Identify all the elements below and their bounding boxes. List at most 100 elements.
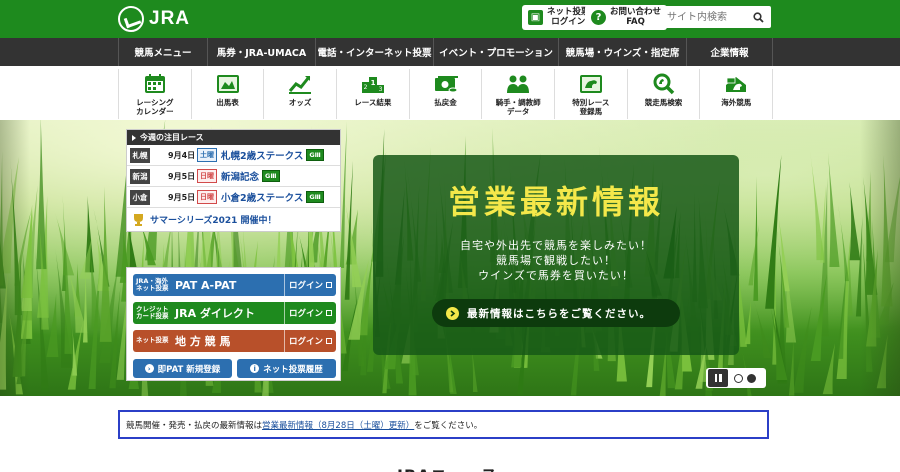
page: JRA ▣ ネット投票 ログイン ? お問い合わせ FAQ 競馬メニュー 馬券・… [0,0,900,472]
jra-direct-login-row[interactable]: クレジット カード投票 JRA ダイレクト ログイン [133,302,336,324]
question-icon: ? [591,10,606,25]
menu-label: オッズ [288,98,312,107]
grade-badge: GⅢ [262,170,280,182]
pat-row-caption: ネット投票 [136,336,169,345]
odds-chart-icon [287,73,313,95]
local-racing-login-row[interactable]: ネット投票 地 方 競 馬 ログイン [133,330,336,352]
entries-icon [215,73,241,95]
summer-series-link[interactable]: サマーシリーズ2021 開催中！ [127,208,340,230]
race-day: 日曜 [197,169,217,183]
menu-odds[interactable]: オッズ [264,69,338,119]
latest-info-link[interactable]: 営業最新情報（8月28日（土曜）更新） [262,419,414,431]
featured-races-heading: 今週の注目レース [127,130,340,145]
featured-races-title: 今週の注目レース [140,133,204,142]
faq-button[interactable]: ? お問い合わせ FAQ [585,5,668,30]
faq-label: お問い合わせ FAQ [610,7,662,27]
promo-latest-info-button[interactable]: 最新情報はこちらをご覧ください。 [432,299,680,327]
icon-menu: レーシング カレンダー 出馬表 オッズ 123 レース結果 払戻金 騎手・調教師… [0,66,900,120]
race-row[interactable]: 新潟 9月5日 日曜 新潟記念 GⅢ [127,166,340,187]
triangle-icon [132,134,136,141]
promo-button-label: 最新情報はこちらをご覧ください。 [467,307,651,320]
svg-text:2: 2 [363,84,367,91]
registered-horse-icon [578,73,604,95]
race-day: 日曜 [197,190,217,204]
search-input[interactable] [661,7,749,27]
race-name-link[interactable]: 小倉2歳ステークス [221,190,303,204]
menu-label: 騎手・調教師 データ [495,98,541,116]
local-racing-login-button[interactable]: ログイン [284,330,336,352]
slide-dot-active[interactable] [747,373,756,383]
gnav-item-corporate[interactable]: 企業情報 [687,38,773,66]
race-venue: 小倉 [130,189,150,205]
logo-text: JRA [149,8,191,29]
race-name-link[interactable]: 新潟記念 [221,169,259,183]
summer-series-label: サマーシリーズ2021 開催中！ [150,215,277,226]
menu-racing-calendar[interactable]: レーシング カレンダー [118,69,192,119]
menu-label: 払戻金 [434,98,457,107]
jra-direct-login-button[interactable]: ログイン [284,302,336,324]
race-name-link[interactable]: 札幌2歳ステークス [221,148,303,162]
jra-logo[interactable]: JRA [118,6,190,32]
menu-jockey-trainer[interactable]: 騎手・調教師 データ [482,69,556,119]
menu-label: 出馬表 [216,98,239,107]
trophy-icon [134,213,143,226]
circle-arrow-icon: › [144,364,154,373]
pat-login-row[interactable]: JRA・海外 ネット投票 PAT A-PAT ログイン [133,274,336,296]
slide-dot[interactable] [734,373,743,383]
pat-row-caption: クレジット カード投票 [136,304,169,320]
podium-icon: 12 3 [360,73,386,95]
local-racing-logo: 地 方 競 馬 [175,335,231,348]
payout-icon [433,73,459,95]
race-row[interactable]: 札幌 9月4日 土曜 札幌2歳ステークス GⅢ [127,145,340,166]
calendar-icon [142,73,168,95]
menu-overseas-racing[interactable]: 海外競馬 [700,69,774,119]
menu-special-race-registered[interactable]: 特別レース 登録馬 [555,69,628,119]
promo-line: 競馬場で観戦したい！ [496,254,616,267]
pause-button[interactable] [708,369,728,387]
search-icon[interactable] [749,7,767,27]
promo-banner[interactable]: 営業最新情報 自宅や外出先で競馬を楽しみたい！ 競馬場で観戦したい！ ウインズで… [373,155,739,355]
race-row[interactable]: 小倉 9月5日 日曜 小倉2歳ステークス GⅢ [127,187,340,208]
grade-badge: GⅢ [306,149,324,161]
menu-payout[interactable]: 払戻金 [410,69,483,119]
race-date: 9月5日 [168,171,196,181]
hero-slider: 今週の注目レース 札幌 9月4日 土曜 札幌2歳ステークス GⅢ 新潟 9月5日… [0,120,900,396]
info-icon: i [250,364,260,373]
net-vote-login-label: ネット投票 ログイン [547,7,590,27]
menu-entries[interactable]: 出馬表 [192,69,265,119]
news-section-title: JRAニュース [397,462,498,472]
jra-logo-mark-icon [118,6,144,32]
gnav-item-event[interactable]: イベント・プロモーション [434,38,559,66]
promo-title: 営業最新情報 [447,183,664,221]
svg-text:3: 3 [378,86,382,93]
gnav-item-baken[interactable]: 馬券・JRA-UMACA [208,38,316,66]
new-register-button[interactable]: › 即PAT 新規登録 [133,359,232,378]
promo-line: 自宅や外出先で競馬を楽しみたい！ [460,239,652,252]
site-header: JRA ▣ ネット投票 ログイン ? お問い合わせ FAQ [0,0,900,38]
menu-horse-search[interactable]: 競走馬検索 [628,69,701,119]
jra-direct-logo: JRA ダイレクト [175,307,255,320]
gnav-item-vote[interactable]: 電話・インターネット投票 [316,38,434,66]
race-date: 9月5日 [168,192,196,202]
menu-label: 海外競馬 [721,98,752,107]
gnav-item-keiba-menu[interactable]: 競馬メニュー [118,38,208,66]
race-day: 土曜 [197,148,217,162]
promo-text: 自宅や外出先で競馬を楽しみたい！ 競馬場で観戦したい！ ウインズで馬券を買いたい… [373,238,739,283]
horse-search-icon [651,73,677,95]
featured-races-panel: 今週の注目レース 札幌 9月4日 土曜 札幌2歳ステークス GⅢ 新潟 9月5日… [126,129,341,232]
grade-badge: GⅢ [306,191,324,203]
vote-history-button[interactable]: i ネット投票履歴 [237,359,336,378]
external-link-icon [326,282,332,288]
vote-history-label: ネット投票履歴 [263,364,323,375]
notice-suffix: をご覧ください。 [414,420,483,431]
site-search [661,6,771,28]
slider-controls [706,368,766,388]
menu-race-results[interactable]: 12 3 レース結果 [337,69,410,119]
external-link-icon [326,310,332,316]
race-date: 9月4日 [168,150,196,160]
pat-login-button[interactable]: ログイン [284,274,336,296]
gnav-item-racecourse[interactable]: 競馬場・ウインズ・指定席 [559,38,687,66]
net-vote-panel: JRA・海外 ネット投票 PAT A-PAT ログイン クレジット カード投票 … [126,267,341,381]
overseas-racing-icon [723,73,749,95]
login-icon: ▣ [528,10,543,25]
